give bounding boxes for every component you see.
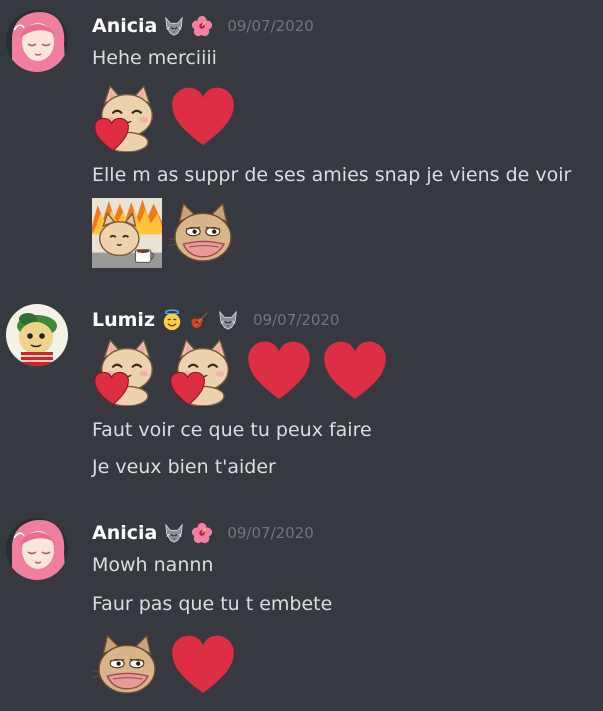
cat-holding-heart-emote[interactable] — [168, 336, 238, 406]
cat-holding-heart-emote[interactable] — [92, 82, 162, 152]
message-text: Mowh nannn — [92, 554, 214, 576]
username[interactable]: Anicia — [92, 15, 157, 37]
cat-pepe-emote[interactable] — [92, 630, 162, 700]
hibiscus-badge-icon — [191, 522, 213, 544]
hibiscus-badge-icon — [191, 15, 213, 37]
smiling-halo-badge-icon — [161, 309, 183, 331]
message-header: Lumiz 09/07/2020 — [92, 306, 339, 334]
cat-holding-heart-emote[interactable] — [92, 336, 162, 406]
message-header: Anicia 09/07/2020 — [92, 519, 314, 547]
emote-row — [92, 82, 238, 152]
red-heart-emote[interactable] — [168, 630, 238, 700]
avatar[interactable] — [6, 304, 68, 366]
wolf-badge-icon — [163, 522, 185, 544]
red-heart-emote[interactable] — [320, 336, 390, 406]
message-text: Faur pas que tu t embete — [92, 593, 333, 615]
timestamp: 09/07/2020 — [227, 17, 314, 35]
message-header: Anicia 09/07/2020 — [92, 12, 314, 40]
message-text: Elle m as suppr de ses amies snap je vie… — [92, 164, 572, 186]
message-text: Faut voir ce que tu peux faire — [92, 419, 372, 441]
cat-pepe-emote[interactable] — [168, 198, 238, 268]
message-text: Hehe merciiii — [92, 47, 217, 69]
chat-log: Anicia 09/07/2020 Hehe merciiii Elle m a… — [0, 0, 603, 711]
timestamp: 09/07/2020 — [227, 524, 314, 542]
guitar-badge-icon — [189, 309, 211, 331]
emote-row — [92, 198, 238, 268]
emote-row — [92, 336, 390, 406]
wolf-badge-icon — [163, 15, 185, 37]
emote-row — [92, 630, 238, 700]
wolf-badge-icon — [217, 309, 239, 331]
username[interactable]: Anicia — [92, 522, 157, 544]
red-heart-emote[interactable] — [168, 82, 238, 152]
avatar[interactable] — [6, 10, 68, 72]
avatar[interactable] — [6, 518, 68, 580]
cat-this-is-fine-emote[interactable] — [92, 198, 162, 268]
red-heart-emote[interactable] — [244, 336, 314, 406]
username[interactable]: Lumiz — [92, 309, 155, 331]
timestamp: 09/07/2020 — [253, 311, 340, 329]
message-text: Je veux bien t'aider — [92, 456, 276, 478]
